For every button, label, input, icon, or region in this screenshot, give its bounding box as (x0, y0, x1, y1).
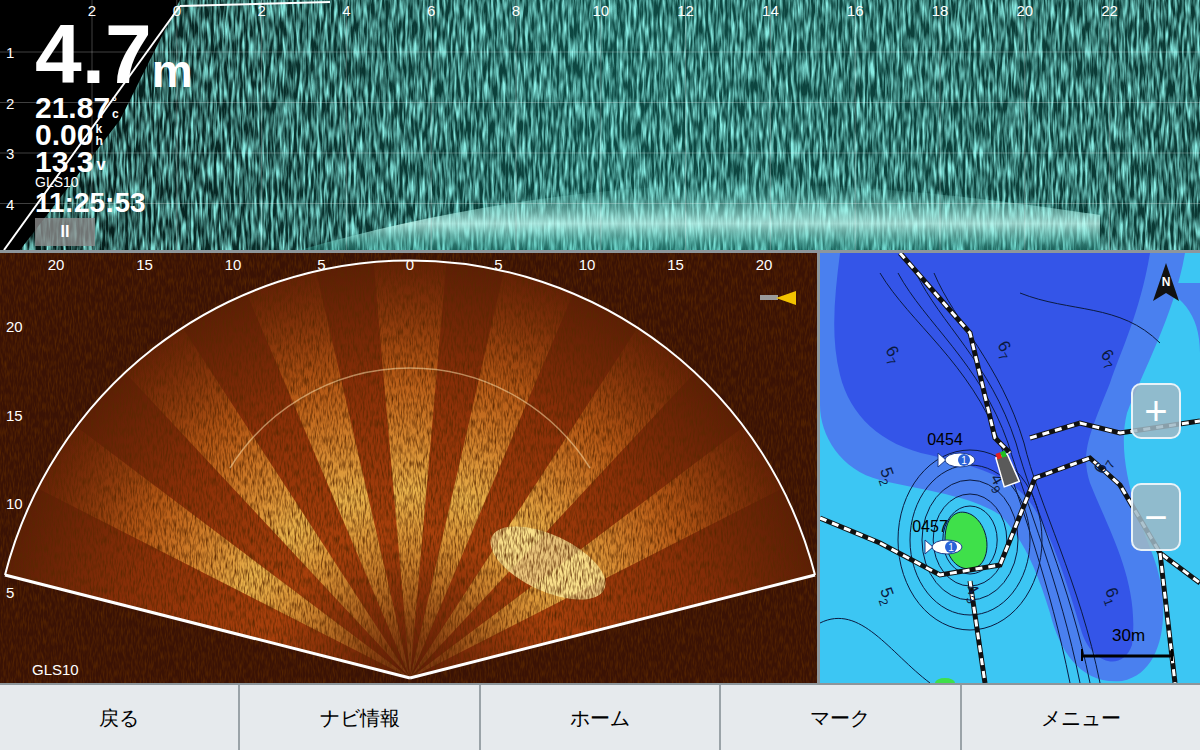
sonar-fan-panel: 20 15 10 5 0 5 10 15 20 20 15 10 5 GLS10 (0, 253, 817, 683)
range-tick: 22 (1101, 3, 1118, 18)
waypoint-label[interactable]: 0454 (927, 431, 963, 448)
fish-waypoint-icon[interactable]: 1 (925, 540, 962, 554)
svg-text:1: 1 (948, 542, 954, 553)
fishfinder-screen: 2024681012141618202212344.7m21.87°c0.00k… (0, 0, 1200, 750)
time-readout: 11:25:53 (35, 189, 193, 217)
softkey-button[interactable]: 戻る (0, 685, 238, 750)
depth-tick: 20 (6, 319, 23, 334)
source-label: GLS10 (32, 662, 79, 677)
depth-label: 61 (1097, 585, 1124, 608)
source-label: GLS10 (35, 175, 193, 189)
range-tick: 8 (512, 3, 520, 18)
sonar-echo-image (0, 0, 1200, 250)
range-tick: 10 (225, 257, 242, 272)
range-tick: 0 (406, 257, 414, 272)
data-overlay: 4.7m21.87°c0.00kh13.3vGLS1011:25:53II (35, 14, 193, 246)
range-tick: 10 (592, 3, 609, 18)
zoom-in-button[interactable]: + (1131, 383, 1181, 439)
range-tick: 15 (136, 257, 153, 272)
scale-label: 30m (1112, 627, 1145, 644)
scale-bar (1082, 649, 1172, 661)
softkey-button[interactable]: メニュー (962, 685, 1200, 750)
softkey-button[interactable]: ナビ情報 (240, 685, 478, 750)
range-tick: 2 (257, 3, 265, 18)
softkey-bar: 戻るナビ情報ホームマークメニュー (0, 685, 1200, 750)
zoom-out-button[interactable]: − (1131, 483, 1181, 551)
range-tick: 5 (317, 257, 325, 272)
boat-icon (993, 449, 1020, 486)
depth-tick: 15 (6, 407, 23, 422)
range-tick: 16 (847, 3, 864, 18)
depth-label: 67 (878, 343, 906, 369)
range-tick: 20 (756, 257, 773, 272)
depth-label: 67 (1094, 345, 1122, 372)
north-indicator: N (1153, 263, 1179, 303)
range-tick: 15 (667, 257, 684, 272)
fish-waypoint-icon[interactable]: 1 (938, 453, 975, 467)
range-tick: 10 (579, 257, 596, 272)
chart-map[interactable]: 6767675249675243610454045711 (820, 253, 1200, 683)
svg-text:1: 1 (961, 455, 967, 466)
range-tick: 18 (932, 3, 949, 18)
pause-button[interactable]: II (35, 218, 95, 246)
depth-tick: 4 (6, 196, 14, 211)
range-tick: 0 (173, 3, 181, 18)
range-tick: 6 (427, 3, 435, 18)
range-tick: 5 (494, 257, 502, 272)
sonar-top-panel: 2024681012141618202212344.7m21.87°c0.00k… (0, 0, 1200, 250)
speed-readout: 0.00kh (35, 121, 193, 148)
transducer-icon (758, 290, 798, 306)
range-tick: 20 (48, 257, 65, 272)
waypoint-label[interactable]: 0457 (912, 518, 948, 535)
depth-tick: 3 (6, 146, 14, 161)
range-tick: 12 (677, 3, 694, 18)
softkey-button[interactable]: マーク (721, 685, 959, 750)
range-tick: 20 (1016, 3, 1033, 18)
softkey-button[interactable]: ホーム (481, 685, 719, 750)
depth-label: 52 (872, 585, 899, 608)
range-tick: 4 (342, 3, 350, 18)
north-label: N (1162, 276, 1171, 288)
chart-panel[interactable]: 6767675249675243610454045711N+−30m (820, 253, 1200, 683)
depth-label: 67 (1090, 453, 1118, 479)
temperature-readout: 21.87°c (35, 94, 193, 121)
depth-label: 43 (958, 581, 986, 607)
voltage-readout: 13.3v (35, 148, 193, 175)
range-tick: 14 (762, 3, 779, 18)
depth-tick: 1 (6, 45, 14, 60)
depth-tick: 5 (6, 585, 14, 600)
depth-label: 52 (872, 465, 899, 488)
depth-tick: 2 (6, 95, 14, 110)
sonar-fan-image (0, 253, 817, 683)
depth-readout: 4.7m (35, 14, 193, 94)
depth-tick: 10 (6, 496, 23, 511)
depth-label: 67 (990, 338, 1018, 364)
lower-panels: 2015105051015202015105GLS106767675249675… (0, 253, 1200, 683)
